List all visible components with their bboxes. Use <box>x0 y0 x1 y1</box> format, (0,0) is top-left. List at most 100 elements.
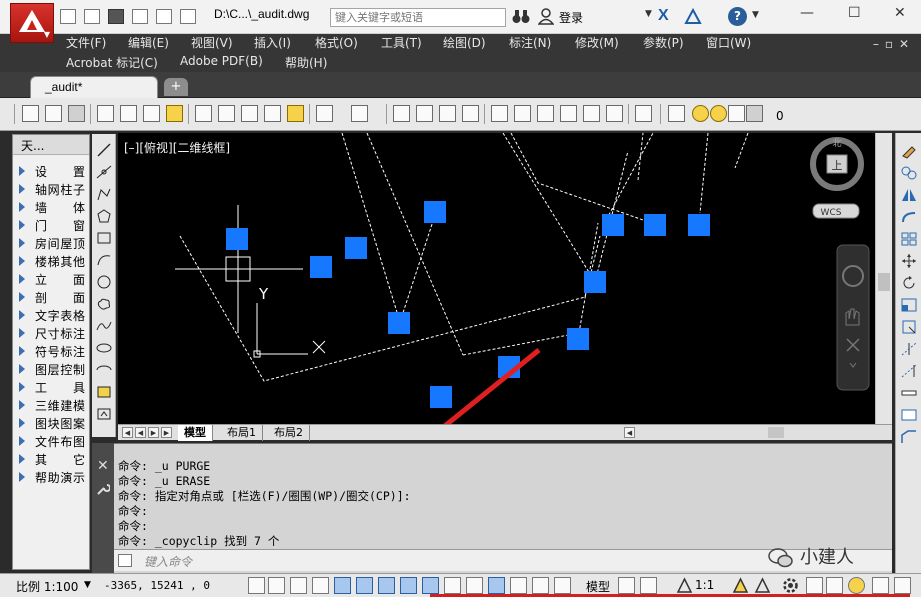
viewcube[interactable]: 上 北 WCS <box>810 137 864 219</box>
clean-screen-icon[interactable] <box>894 577 911 594</box>
properties-icon[interactable] <box>491 105 508 122</box>
array-icon[interactable] <box>900 231 918 247</box>
palette-item[interactable]: 三维建模 <box>17 397 87 414</box>
command-input-placeholder[interactable]: 键入命令 <box>144 553 192 570</box>
cut-icon[interactable] <box>195 105 212 122</box>
scale-icon[interactable] <box>900 297 918 313</box>
customization-icon[interactable] <box>872 577 889 594</box>
coordinate-readout[interactable]: -3365, 15241 , 0 <box>104 579 210 592</box>
paste-block-icon[interactable] <box>264 105 281 122</box>
save-icon[interactable] <box>108 9 124 24</box>
infer-constraints-icon[interactable] <box>248 577 265 594</box>
menu-insert[interactable]: 插入(I) <box>254 34 291 51</box>
menu-window[interactable]: 窗口(W) <box>706 34 751 51</box>
grip-square[interactable] <box>430 386 452 408</box>
rectangle-icon[interactable] <box>95 230 113 246</box>
tab-layout2[interactable]: 布局2 <box>268 425 310 441</box>
palette-item[interactable]: 门窗 <box>17 217 87 234</box>
first-layout-icon[interactable]: ◀ <box>122 427 133 438</box>
3d-osnap-icon[interactable] <box>378 577 395 594</box>
3d-dwf-icon[interactable] <box>166 105 183 122</box>
grip-square[interactable] <box>567 328 589 350</box>
menu-file[interactable]: 文件(F) <box>66 34 106 51</box>
exchange-apps-icon[interactable]: X <box>658 7 669 25</box>
grip-square[interactable] <box>688 214 710 236</box>
redo-quick-icon[interactable] <box>180 9 196 24</box>
trim-icon[interactable] <box>900 341 918 357</box>
copy-icon[interactable] <box>218 105 235 122</box>
palette-item[interactable]: 文件布图 <box>17 433 87 450</box>
palette-item[interactable]: 文字表格 <box>17 307 87 324</box>
selection-cycling-icon[interactable] <box>532 577 549 594</box>
chevron-down-icon[interactable]: ▼ <box>84 580 91 590</box>
xline-icon[interactable] <box>95 164 113 180</box>
palette-item[interactable]: 符号标注 <box>17 343 87 360</box>
vertical-scrollbar[interactable] <box>875 133 892 424</box>
layer-combo[interactable]: 0 <box>776 109 784 123</box>
mirror-icon[interactable] <box>900 187 918 203</box>
pan-icon[interactable] <box>393 105 410 122</box>
make-block-icon[interactable] <box>95 406 113 422</box>
grip-square[interactable] <box>388 312 410 334</box>
binoculars-icon[interactable] <box>512 9 530 24</box>
stretch-icon[interactable] <box>900 319 918 335</box>
line-icon[interactable] <box>95 142 113 158</box>
print-preview-icon[interactable] <box>120 105 137 122</box>
palette-item[interactable]: 立面 <box>17 271 87 288</box>
circle-icon[interactable] <box>95 274 113 290</box>
polyline-icon[interactable] <box>95 186 113 202</box>
drawing-canvas[interactable]: Y 上 北 WCS <box>118 133 875 424</box>
paste-icon[interactable] <box>241 105 258 122</box>
annotation-scale-icon[interactable] <box>676 577 693 594</box>
scroll-thumb[interactable] <box>878 273 890 291</box>
grip-square[interactable] <box>602 214 624 236</box>
grid-icon[interactable] <box>290 577 307 594</box>
drawing-viewport[interactable]: Y 上 北 WCS <box>118 133 875 424</box>
palette-item[interactable]: 剖面 <box>17 289 87 306</box>
save-as-icon[interactable] <box>132 9 148 24</box>
dyn-icon[interactable] <box>444 577 461 594</box>
palette-item[interactable]: 帮助演示 <box>17 469 87 486</box>
application-menu-button[interactable]: ▼ <box>10 3 54 43</box>
wcs-label[interactable]: WCS <box>821 208 842 218</box>
menu-help[interactable]: 帮助(H) <box>285 54 327 71</box>
close-icon[interactable]: ✕ <box>97 458 109 474</box>
annotation-scale-value[interactable]: 1:1 <box>695 578 714 592</box>
menu-modify[interactable]: 修改(M) <box>575 34 619 51</box>
undo-quick-icon[interactable] <box>156 9 172 24</box>
lightbulb-icon[interactable] <box>692 105 709 122</box>
chevron-down-icon[interactable]: ▼ <box>645 9 652 19</box>
minimize-button[interactable]: — <box>800 5 814 21</box>
palette-item[interactable]: 图层控制 <box>17 361 87 378</box>
annotation-monitor-icon[interactable] <box>554 577 571 594</box>
help-icon[interactable]: ? <box>728 7 747 26</box>
chevron-down-icon[interactable]: ▼ <box>752 10 759 20</box>
zoom-realtime-icon[interactable] <box>416 105 433 122</box>
menu-format[interactable]: 格式(O) <box>315 34 358 51</box>
chamfer-icon[interactable] <box>900 429 918 445</box>
scale-combo[interactable]: 比例 1:100 <box>16 578 78 595</box>
palette-item[interactable]: 图块图案 <box>17 415 87 432</box>
tool-palettes-icon[interactable] <box>537 105 554 122</box>
design-center-icon[interactable] <box>514 105 531 122</box>
ducs-icon[interactable] <box>422 577 439 594</box>
hardware-acceleration-icon[interactable] <box>826 577 843 594</box>
menu-view[interactable]: 视图(V) <box>191 34 233 51</box>
viewport-controls-label[interactable]: [–][俯视][二维线框] <box>124 139 230 156</box>
horizontal-scroll-thumb[interactable] <box>768 427 784 438</box>
osnap-icon[interactable] <box>356 577 373 594</box>
user-icon[interactable] <box>538 8 554 25</box>
menu-draw[interactable]: 绘图(D) <box>443 34 486 51</box>
search-input[interactable] <box>330 8 506 27</box>
palette-item[interactable]: 房间屋顶 <box>17 235 87 252</box>
selection-grips[interactable] <box>226 201 710 408</box>
grip-square[interactable] <box>584 271 606 293</box>
otrack-icon[interactable] <box>400 577 417 594</box>
open-icon[interactable] <box>45 105 62 122</box>
palette-item[interactable]: 工具 <box>17 379 87 396</box>
menu-tools[interactable]: 工具(T) <box>381 34 422 51</box>
sun-icon[interactable] <box>710 105 727 122</box>
grip-square[interactable] <box>310 256 332 278</box>
revcloud-icon[interactable] <box>95 296 113 312</box>
snap-icon[interactable] <box>268 577 285 594</box>
